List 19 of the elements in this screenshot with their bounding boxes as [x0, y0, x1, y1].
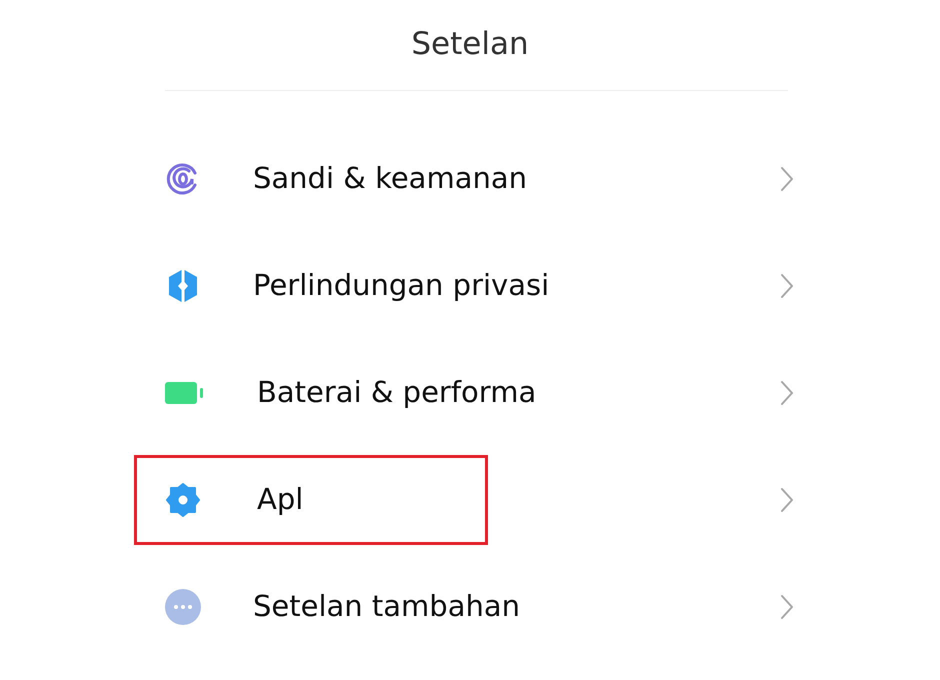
item-label: Setelan tambahan [253, 588, 520, 626]
settings-item[interactable]: Setelan tambahan [134, 562, 794, 652]
chevron-icon [780, 380, 794, 406]
item-label: Baterai & performa [257, 374, 536, 412]
settings-item[interactable]: Sandi & keamanan [134, 134, 794, 224]
more-icon [165, 589, 201, 625]
chevron-icon [780, 273, 794, 299]
settings-item[interactable]: Perlindungan privasi [134, 241, 794, 331]
item-label: Perlindungan privasi [253, 267, 550, 304]
item-label: Sandi & keamanan [253, 160, 527, 198]
gear-icon [165, 482, 201, 518]
settings-item[interactable]: Apl [134, 455, 794, 545]
chevron-icon [780, 166, 794, 192]
page-title: Setelan [411, 25, 529, 64]
chevron-icon [780, 594, 794, 620]
item-label: Apl [257, 481, 304, 518]
chevron-icon [780, 487, 794, 513]
battery-icon [165, 382, 205, 404]
settings-item[interactable]: Baterai & performa [134, 348, 794, 438]
